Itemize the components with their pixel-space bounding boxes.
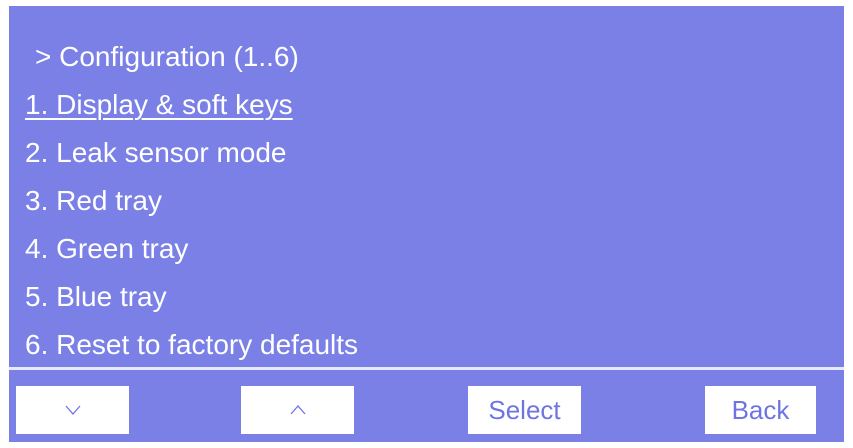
up-button[interactable] xyxy=(241,386,354,434)
menu-item-display-soft-keys[interactable]: 1. Display & soft keys xyxy=(25,81,358,129)
device-screen: > Configuration (1..6) 1. Display & soft… xyxy=(0,0,853,448)
menu-item-label: 2. Leak sensor mode xyxy=(25,137,287,168)
menu-item-label: 4. Green tray xyxy=(25,233,189,264)
menu-item-label: 3. Red tray xyxy=(25,185,162,216)
softkey-divider xyxy=(9,367,844,370)
chevron-up-icon xyxy=(290,405,305,415)
menu-item-label: 6. Reset to factory defaults xyxy=(25,329,359,360)
back-button[interactable]: Back xyxy=(705,386,816,434)
menu-item-blue-tray[interactable]: 5. Blue tray xyxy=(25,273,358,321)
menu-item-leak-sensor-mode[interactable]: 2. Leak sensor mode xyxy=(25,129,358,177)
menu-title: > Configuration (1..6) xyxy=(35,41,299,72)
select-button[interactable]: Select xyxy=(468,386,581,434)
menu-item-label: 5. Blue tray xyxy=(25,281,167,312)
chevron-down-icon xyxy=(65,405,80,415)
menu-item-red-tray[interactable]: 3. Red tray xyxy=(25,177,358,225)
down-button[interactable] xyxy=(16,386,129,434)
menu-item-label: 1. Display & soft keys xyxy=(25,89,293,120)
configuration-menu: > Configuration (1..6) 1. Display & soft… xyxy=(25,33,358,369)
menu-item-green-tray[interactable]: 4. Green tray xyxy=(25,225,358,273)
menu-panel: > Configuration (1..6) 1. Display & soft… xyxy=(9,6,844,442)
menu-item-reset-factory-defaults[interactable]: 6. Reset to factory defaults xyxy=(25,321,358,369)
